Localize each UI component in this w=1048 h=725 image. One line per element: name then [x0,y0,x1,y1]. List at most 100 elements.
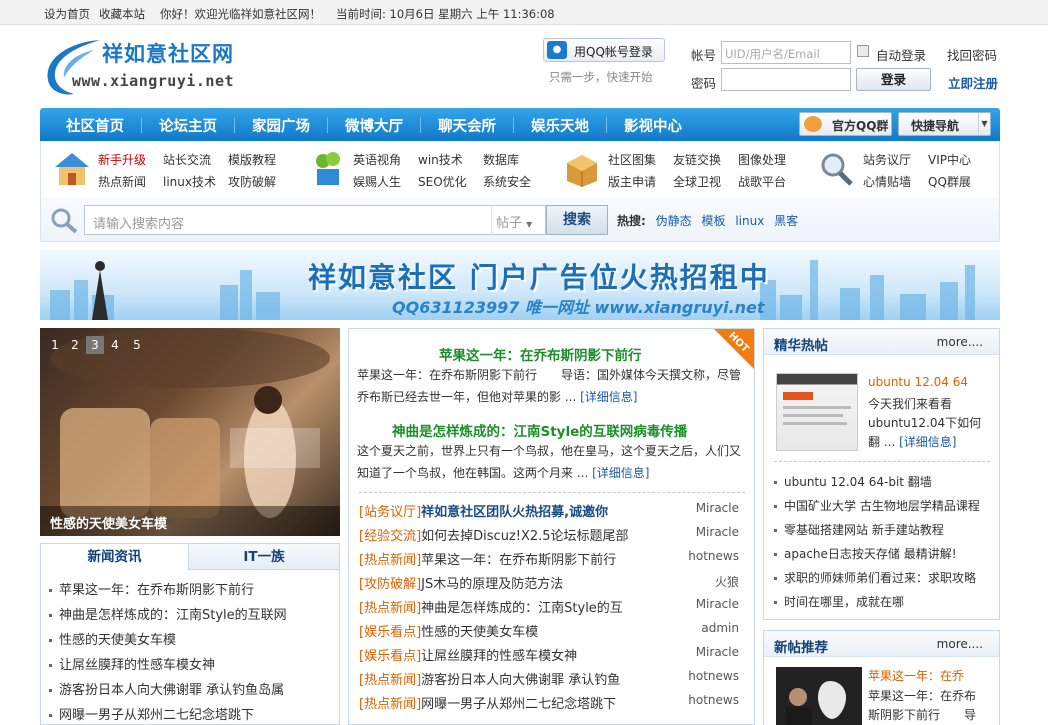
thread-category[interactable]: [站务议厅] [359,505,421,520]
subnav-link[interactable]: 新手升级 [98,151,146,168]
search-type-select[interactable]: 帖子 ▼ [491,205,546,235]
forum-thread-row[interactable]: [娱乐看点]性感的天使美女车模 admin [359,621,749,643]
subnav-link[interactable]: 攻防破解 [228,173,276,190]
forum-thread-row[interactable]: [娱乐看点]让屌丝膜拜的性感车模女神 Miracle [359,645,749,667]
qq-login-button[interactable]: ● 用QQ帐号登录 [543,38,665,62]
slide-number-active[interactable]: 3 [86,336,104,354]
thread-category[interactable]: [经验交流] [359,529,421,544]
slide-number[interactable]: 1 [46,336,64,354]
forum-thread-row[interactable]: [热点新闻]网曝一男子从郑州二七纪念塔跳下 hotnews [359,693,749,715]
list-item[interactable]: 求职的师妹师弟们看过来：求职攻略 [774,569,976,586]
list-item[interactable]: ubuntu 12.04 64-bit 翻墙 [774,473,932,490]
list-item[interactable]: apache日志按天存储 最精讲解! [774,545,957,562]
subnav-link[interactable]: win技术 [418,151,463,168]
slide-number[interactable]: 2 [66,336,84,354]
nav-item-entertainment[interactable]: 娱乐天地 [531,115,589,136]
thread-category[interactable]: [热点新闻] [359,673,421,688]
list-item[interactable]: 神曲是怎样炼成的：江南Style的互联网 [49,604,287,623]
thread-category[interactable]: [娱乐看点] [359,625,421,640]
thread-author[interactable]: Miracle [696,525,739,539]
subnav-link[interactable]: SEO优化 [418,173,467,190]
thread-author[interactable]: Miracle [696,597,739,611]
nav-item-video[interactable]: 影视中心 [624,115,682,136]
subnav-link[interactable]: 心情贴墙 [863,173,911,190]
list-item[interactable]: 中国矿业大学 古生物地层学精品课程 [774,497,980,514]
thread-author[interactable]: Miracle [696,645,739,659]
thread-title[interactable]: 让屌丝膜拜的性感车模女神 [421,649,577,664]
subnav-link[interactable]: linux技术 [163,173,216,190]
thread-author[interactable]: admin [701,621,739,635]
subnav-link[interactable]: 热点新闻 [98,173,146,190]
thread-title[interactable]: 游客扮日本人向大佛谢罪 承认钓鱼 [421,673,620,688]
detail-link[interactable]: [详细信息] [592,466,649,480]
thread-author[interactable]: 火狼 [715,573,739,590]
list-item[interactable]: 网曝一男子从郑州二七纪念塔跳下 [49,704,254,723]
subnav-link[interactable]: 模版教程 [228,151,276,168]
hot-search-link[interactable]: 模板 [701,214,725,228]
subnav-link[interactable]: QQ群展 [928,173,971,190]
article-title[interactable]: 神曲是怎样炼成的：江南Style的互联网病毒传播 [392,420,687,440]
slide-number[interactable]: 5 [128,336,146,354]
add-favorite-link[interactable]: 收藏本站 [99,6,145,22]
tab-news[interactable]: 新闻资讯 [41,544,189,570]
password-input[interactable] [721,68,851,91]
thread-author[interactable]: Miracle [696,501,739,515]
subnav-link[interactable]: 系统安全 [483,173,531,190]
forum-thread-row[interactable]: [热点新闻]游客扮日本人向大佛谢罪 承认钓鱼 hotnews [359,669,749,691]
thread-category[interactable]: [攻防破解] [359,577,421,592]
subnav-link[interactable]: 英语视角 [353,151,401,168]
featured-post-title[interactable]: 苹果这一年：在乔 [868,667,964,684]
subnav-link[interactable]: 战歌平台 [738,173,786,190]
tab-it[interactable]: IT一族 [189,544,339,570]
login-button[interactable]: 登录 [856,68,931,91]
detail-link[interactable]: [详细信息] [580,390,637,404]
subnav-link[interactable]: 站务议厅 [863,151,911,168]
nav-item-weibo[interactable]: 微博大厅 [345,115,403,136]
subnav-link[interactable]: 社区图集 [608,151,656,168]
hot-search-link[interactable]: 黑客 [774,214,798,228]
site-logo[interactable]: 祥如意社区网 www.xiangruyi.net [40,36,250,98]
subnav-link[interactable]: 友链交换 [673,151,721,168]
forum-thread-row[interactable]: [热点新闻]神曲是怎样炼成的：江南Style的互 Miracle [359,597,749,619]
thread-category[interactable]: [热点新闻] [359,697,421,712]
list-item[interactable]: 让屌丝膜拜的性感车模女神 [49,654,215,673]
thread-category[interactable]: [热点新闻] [359,601,421,616]
ad-banner[interactable]: 祥如意社区 门户广告位火热招租中 QQ631123997 唯一网址 www.xi… [40,250,1000,320]
forum-thread-row[interactable]: [经验交流]如何去掉Discuz!X2.5论坛标题尾部 Miracle [359,525,749,547]
slideshow[interactable]: 1 2 3 4 5 性感的天使美女车模 [40,328,340,536]
featured-post-title[interactable]: ubuntu 12.04 64 [868,375,968,389]
search-button[interactable]: 搜索 [546,205,608,235]
forum-thread-row[interactable]: [热点新闻]苹果这一年：在乔布斯阴影下前行 hotnews [359,549,749,571]
subnav-link[interactable]: 站长交流 [163,151,211,168]
thread-author[interactable]: hotnews [688,669,739,683]
nav-item-home-plaza[interactable]: 家园广场 [252,115,310,136]
subnav-link[interactable]: 版主申请 [608,173,656,190]
thread-author[interactable]: hotnews [688,549,739,563]
thread-title[interactable]: 网曝一男子从郑州二七纪念塔跳下 [421,697,616,712]
account-input[interactable]: UID/用户名/Email [721,41,851,64]
list-item[interactable]: 时间在哪里，成就在哪 [774,593,904,610]
forum-thread-row[interactable]: [站务议厅]祥如意社区团队火热招募,诚邀你 Miracle [359,501,749,523]
auto-login-checkbox[interactable] [857,45,869,57]
thread-title[interactable]: 如何去掉Discuz!X2.5论坛标题尾部 [421,529,628,544]
subnav-link[interactable]: 图像处理 [738,151,786,168]
hot-search-link[interactable]: 伪静态 [656,214,692,228]
thread-category[interactable]: [娱乐看点] [359,649,421,664]
post-thumbnail[interactable] [776,373,858,451]
slide-number[interactable]: 4 [106,336,124,354]
find-password-link[interactable]: 找回密码 [947,45,997,64]
forum-thread-row[interactable]: [攻防破解]JS木马的原理及防范方法 火狼 [359,573,749,595]
article-title[interactable]: 苹果这一年：在乔布斯阴影下前行 [439,344,642,364]
subnav-link[interactable]: 数据库 [483,151,519,168]
thread-category[interactable]: [热点新闻] [359,553,421,568]
detail-link[interactable]: [详细信息] [899,435,956,449]
thread-title[interactable]: JS木马的原理及防范方法 [421,577,563,592]
more-link[interactable]: more.... [937,335,983,349]
register-link[interactable]: 立即注册 [948,73,998,92]
set-home-link[interactable]: 设为首页 [44,6,90,22]
subnav-link[interactable]: VIP中心 [928,151,971,168]
hot-search-link[interactable]: linux [735,214,764,228]
nav-item-forum[interactable]: 论坛主页 [159,115,217,136]
qq-group-button[interactable]: 官方QQ群 [799,112,892,136]
thread-title[interactable]: 神曲是怎样炼成的：江南Style的互 [421,601,623,616]
